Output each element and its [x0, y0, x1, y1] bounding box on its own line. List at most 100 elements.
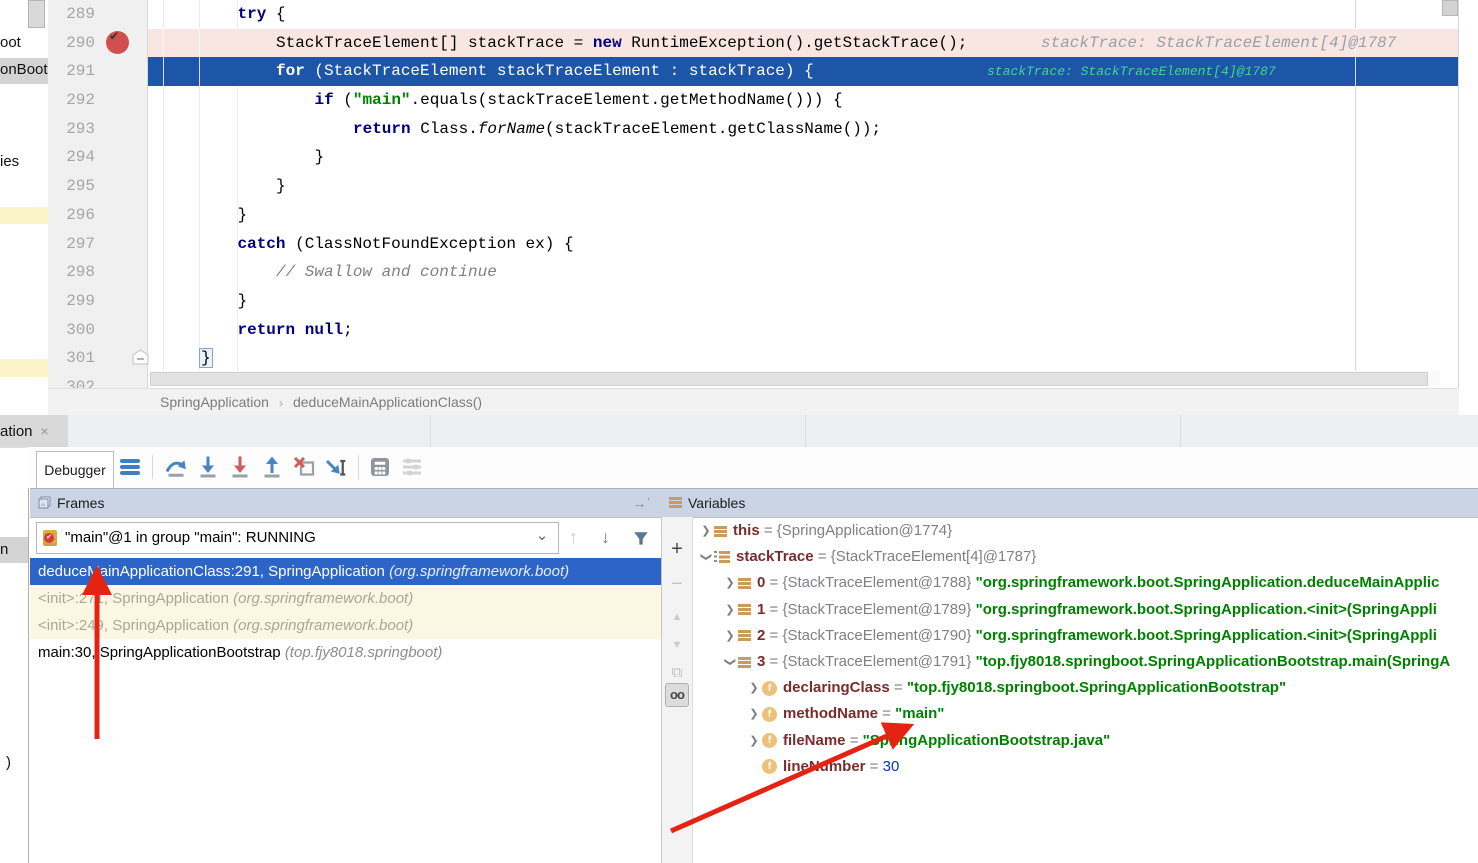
line-number: 289	[48, 0, 95, 29]
step-into-button[interactable]	[196, 455, 220, 479]
indent-guide	[163, 57, 164, 86]
variable-row[interactable]: ❯3 = {StackTraceElement@1791} "top.fjy80…	[692, 649, 1478, 675]
variable-row[interactable]: ❯ffileName = "SpringApplicationBootstrap…	[692, 728, 1478, 754]
variable-row[interactable]: ❯1 = {StackTraceElement@1789} "org.sprin…	[692, 597, 1478, 623]
frame-down-button[interactable]: ↓	[601, 527, 610, 548]
evaluate-expression-button[interactable]	[368, 455, 392, 479]
code-token: RuntimeException().getStackTrace();	[622, 34, 968, 52]
tree-item-fragment[interactable]: ies	[0, 153, 19, 170]
tree-item-fragment[interactable]: n	[0, 541, 8, 558]
close-icon[interactable]: ×	[41, 423, 49, 439]
frame-row[interactable]: <init>:271, SpringApplication (org.sprin…	[30, 585, 661, 612]
variable-value: "org.springframework.boot.SpringApplicat…	[976, 574, 1440, 591]
chevron-right-icon[interactable]: ❯	[746, 728, 762, 754]
code-line[interactable]: // Swallow and continue	[148, 258, 1459, 287]
breadcrumb-class[interactable]: SpringApplication	[160, 394, 269, 410]
frame-row[interactable]: <init>:249, SpringApplication (org.sprin…	[30, 612, 661, 639]
chevron-right-icon[interactable]: ❯	[746, 675, 762, 701]
code-text: StackTraceElement[] stackTrace = new Run…	[276, 29, 967, 58]
line-number: 295	[48, 172, 95, 201]
code-line[interactable]: }	[148, 344, 1459, 373]
code-lines: try {StackTraceElement[] stackTrace = ne…	[148, 0, 1459, 388]
frame-row[interactable]: main:30, SpringApplicationBootstrap (top…	[30, 639, 661, 666]
move-up-button[interactable]: ▲	[662, 611, 692, 623]
frame-package: (org.springframework.boot)	[233, 590, 413, 607]
step-out-button[interactable]	[260, 455, 284, 479]
chevron-right-icon[interactable]: ❯	[746, 701, 762, 727]
drop-frame-button[interactable]	[292, 455, 316, 479]
variable-row[interactable]: ❯2 = {StackTraceElement@1790} "org.sprin…	[692, 623, 1478, 649]
ide-screenshot: oot onBoot ies 2892902912922932942952962…	[0, 0, 1478, 863]
variable-value: =	[878, 705, 895, 722]
view-options-icon[interactable]	[400, 455, 424, 479]
scrollbar-thumb[interactable]	[28, 0, 45, 28]
code-editor[interactable]: 2892902912922932942952962972982993003013…	[48, 0, 1459, 388]
frames-icon: ‹›	[38, 496, 51, 509]
variable-row[interactable]: flineNumber = 30	[692, 754, 1478, 780]
tree-item-fragment[interactable]: onBoot	[0, 61, 48, 78]
code-line[interactable]: }	[148, 287, 1459, 316]
horizontal-scrollbar[interactable]	[148, 371, 1440, 385]
add-watch-button[interactable]: +	[662, 538, 692, 561]
chevron-right-icon[interactable]: ❯	[722, 623, 738, 649]
variables-panel-header: Variables	[661, 488, 1478, 518]
code-line[interactable]: }	[148, 143, 1459, 172]
inline-debugger-hint: stackTrace: StackTraceElement[4]@1787	[1041, 29, 1396, 58]
frame-row[interactable]: deduceMainApplicationClass:291, SpringAp…	[30, 558, 661, 585]
indent-guide	[199, 29, 200, 58]
editor-tab[interactable]: ation×	[0, 415, 68, 447]
menu-icon[interactable]	[120, 455, 144, 481]
tab-debugger[interactable]: Debugger	[36, 451, 114, 489]
code-text: }	[238, 201, 248, 230]
thread-selector[interactable]: "main"@1 in group "main": RUNNING ⌄	[36, 522, 559, 554]
variable-row[interactable]: ❯fmethodName = "main"	[692, 701, 1478, 727]
variable-value: "org.springframework.boot.SpringApplicat…	[976, 627, 1437, 644]
code-token: ;	[343, 321, 353, 339]
code-text: }	[238, 287, 248, 316]
code-text: for (StackTraceElement stackTraceElement…	[276, 57, 814, 86]
chevron-right-icon[interactable]: ❯	[698, 518, 714, 544]
variable-row[interactable]: ❯this = {SpringApplication@1774}	[692, 518, 1478, 544]
code-line[interactable]: if ("main".equals(stackTraceElement.getM…	[148, 86, 1459, 115]
code-token: // Swallow and continue	[276, 263, 497, 281]
code-line[interactable]: }	[148, 201, 1459, 230]
code-line[interactable]: for (StackTraceElement stackTraceElement…	[148, 57, 1459, 86]
run-to-cursor-button[interactable]	[324, 455, 348, 479]
breakpoint-icon[interactable]	[106, 31, 129, 54]
chevron-down-icon[interactable]: ❯	[717, 654, 743, 670]
watches-toggle-button[interactable]: oo	[665, 683, 689, 707]
tree-item-fragment[interactable]: )	[6, 754, 11, 771]
variable-value: =	[760, 522, 777, 539]
value-icon	[738, 578, 751, 589]
chevron-right-icon[interactable]: ❯	[722, 597, 738, 623]
copy-icon[interactable]: ⧉	[662, 664, 692, 681]
pin-icon[interactable]: →ˈ	[632, 489, 651, 517]
tree-highlight-band	[0, 359, 48, 377]
remove-watch-button[interactable]: −	[662, 573, 692, 596]
code-line[interactable]: }	[148, 172, 1459, 201]
variable-row[interactable]: ❯stackTrace = {StackTraceElement[4]@1787…	[692, 544, 1478, 570]
tree-item-fragment[interactable]: oot	[0, 34, 21, 51]
breadcrumb-method[interactable]: deduceMainApplicationClass()	[293, 394, 482, 410]
code-token: "main"	[353, 91, 411, 109]
variable-row[interactable]: ❯0 = {StackTraceElement@1788} "org.sprin…	[692, 570, 1478, 596]
horizontal-scrollbar-thumb[interactable]	[150, 372, 1428, 386]
code-line[interactable]: try {	[148, 0, 1459, 29]
force-step-into-button[interactable]	[228, 455, 252, 479]
filter-icon[interactable]	[632, 530, 650, 548]
vertical-scrollbar-thumb[interactable]	[1442, 0, 1458, 16]
variable-value: {StackTraceElement@1790}	[782, 627, 975, 644]
fold-marker-icon[interactable]	[132, 349, 149, 365]
variable-row[interactable]: ❯fdeclaringClass = "top.fjy8018.springbo…	[692, 675, 1478, 701]
frames-panel-header: ‹› Frames →ˈ	[30, 488, 661, 518]
frame-up-button[interactable]: ↑	[569, 527, 578, 548]
code-line[interactable]: StackTraceElement[] stackTrace = new Run…	[148, 29, 1459, 58]
chevron-right-icon[interactable]: ❯	[722, 570, 738, 596]
move-down-button[interactable]: ▼	[662, 639, 692, 651]
line-number: 293	[48, 115, 95, 144]
field-icon: f	[762, 733, 777, 748]
code-line[interactable]: catch (ClassNotFoundException ex) {	[148, 230, 1459, 259]
code-line[interactable]: return Class.forName(stackTraceElement.g…	[148, 115, 1459, 144]
step-over-button[interactable]	[164, 455, 188, 479]
code-line[interactable]: return null;	[148, 316, 1459, 345]
